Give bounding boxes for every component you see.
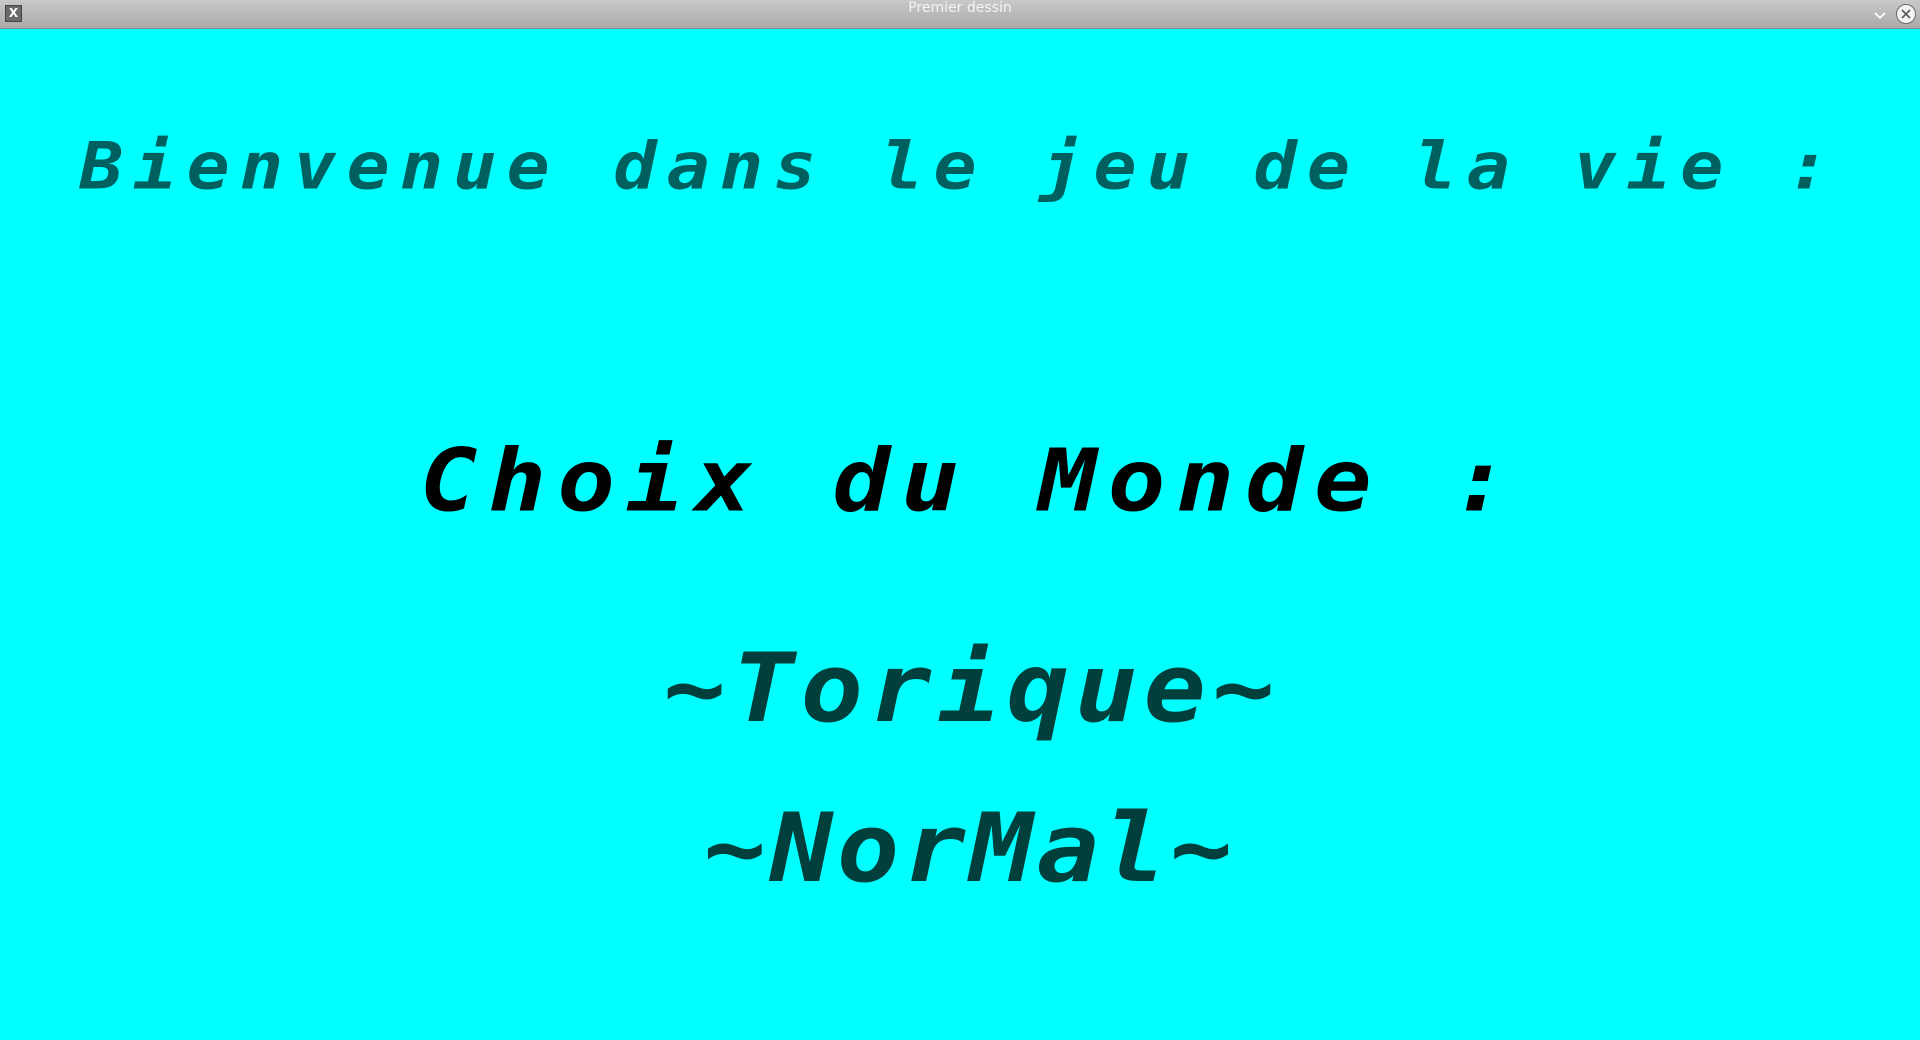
game-canvas: Bienvenue dans le jeu de la vie : Choix … bbox=[0, 29, 1920, 1040]
close-icon bbox=[1901, 9, 1911, 19]
title-bar[interactable]: X Premier dessin bbox=[0, 0, 1920, 29]
minimize-button[interactable] bbox=[1870, 5, 1890, 25]
window-title: Premier dessin bbox=[908, 0, 1012, 16]
game-window: X Premier dessin Bienvenue dans le jeu d… bbox=[0, 0, 1920, 1040]
option-normal-world[interactable]: ~NorMal~ bbox=[20, 792, 1920, 904]
world-choice-prompt: Choix du Monde : bbox=[419, 430, 1521, 532]
close-button[interactable] bbox=[1896, 4, 1916, 24]
welcome-heading: Bienvenue dans le jeu de la vie : bbox=[79, 128, 1841, 204]
chevron-down-icon bbox=[1874, 12, 1886, 20]
option-toric-world[interactable]: ~Torique~ bbox=[24, 632, 1920, 744]
